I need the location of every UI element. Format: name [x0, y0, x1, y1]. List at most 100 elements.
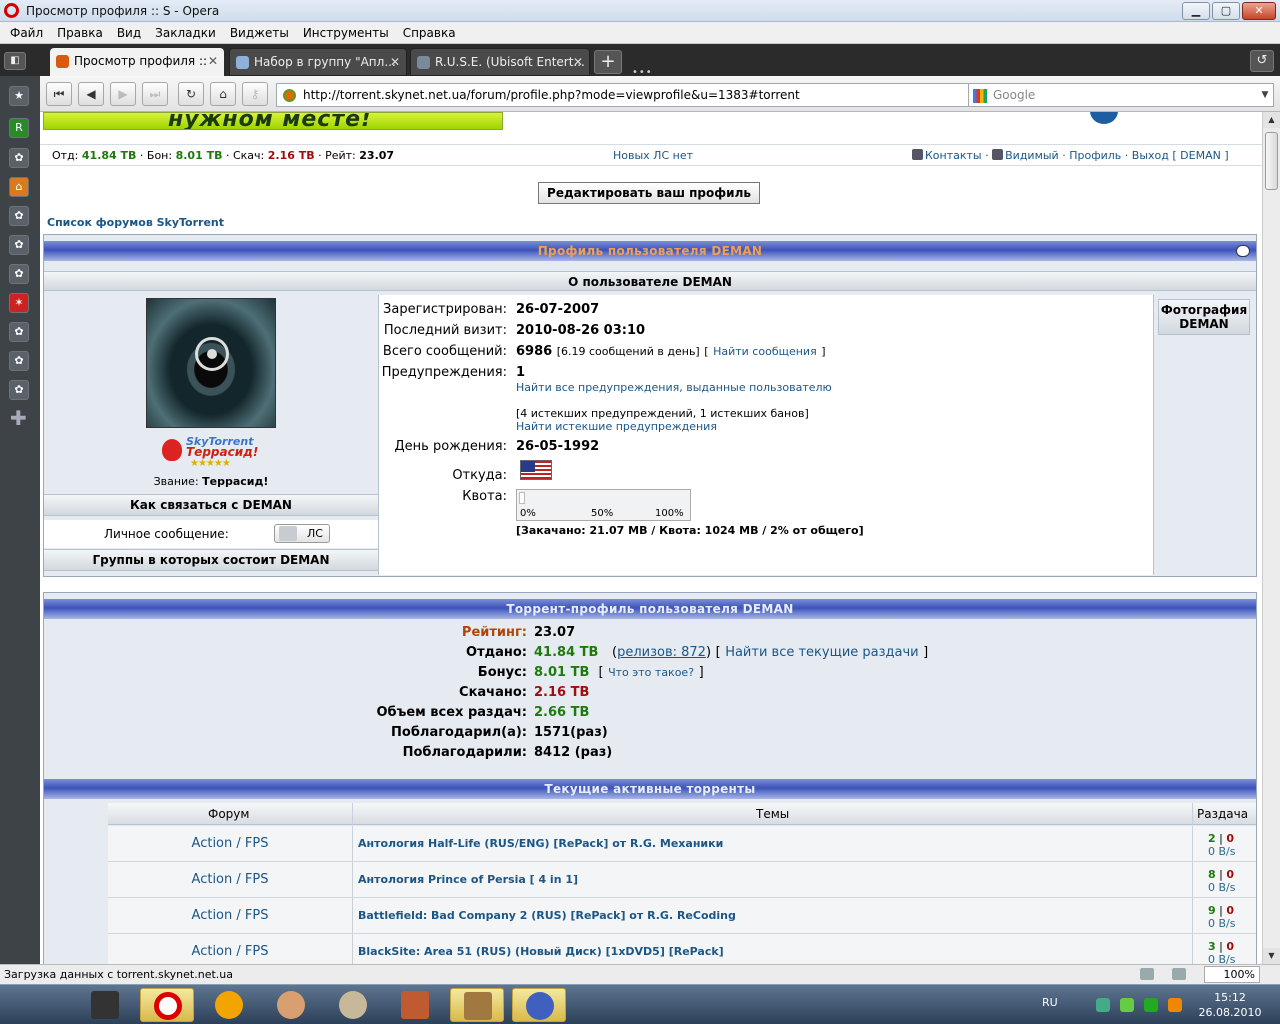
aimp-taskbar-icon[interactable] [202, 988, 256, 1022]
menu-edit[interactable]: Правка [50, 22, 110, 44]
language-indicator[interactable]: RU [1042, 996, 1058, 1009]
reload-button[interactable]: ↻ [178, 82, 204, 106]
send-pm-button[interactable]: ЛС [274, 524, 330, 543]
widget-panel-icon[interactable]: ✿ [9, 206, 29, 226]
tray-icon[interactable] [1144, 998, 1158, 1012]
torrent-stat-values: 1571(раз) [534, 725, 608, 740]
forum-link[interactable]: Action / FPS [108, 944, 352, 959]
close-tab-icon[interactable]: ✕ [208, 48, 218, 74]
topic-link[interactable]: BlackSite: Area 51 (RUS) (Новый Диск) [1… [358, 945, 724, 958]
address-bar[interactable]: http://torrent.skynet.net.ua/forum/profi… [276, 83, 992, 107]
star-panel-icon[interactable]: ✶ [9, 293, 29, 313]
ad-banner[interactable]: нужном месте! [43, 112, 503, 130]
birthday-value: 26-05-1992 [516, 439, 600, 454]
wand-icon[interactable]: ⚷ [242, 82, 268, 106]
paint-taskbar-icon[interactable] [326, 988, 380, 1022]
menu-tools[interactable]: Инструменты [296, 22, 396, 44]
add-panel-icon[interactable]: ✚ [10, 406, 27, 430]
edit-profile-button[interactable]: Редактировать ваш профиль [538, 182, 760, 204]
bonus-value: 8.01 TB [175, 149, 223, 162]
tray-icon[interactable] [1096, 998, 1110, 1012]
character-taskbar-icon[interactable] [264, 988, 318, 1022]
menu-bookmarks[interactable]: Закладки [148, 22, 223, 44]
profile-link[interactable]: Профиль [1069, 149, 1121, 162]
forum-link[interactable]: Action / FPS [108, 872, 352, 887]
minimize-button[interactable]: ▁ [1182, 2, 1210, 20]
scroll-up-icon[interactable]: ▲ [1263, 112, 1280, 128]
widget-panel-icon[interactable]: ✿ [9, 322, 29, 342]
scroll-thumb[interactable] [1265, 132, 1278, 190]
widget-panel-icon[interactable]: ✿ [9, 148, 29, 168]
tab-ruse[interactable]: R.U.S.E. (Ubisoft Entert... ✕ [410, 48, 590, 76]
google-icon[interactable] [973, 89, 987, 103]
close-window-button[interactable]: ✕ [1242, 2, 1276, 20]
menu-file[interactable]: Файл [0, 22, 50, 44]
eye-icon[interactable] [1236, 245, 1250, 257]
seed-count: 9 [1208, 904, 1216, 917]
fast-forward-status-icon[interactable] [1140, 968, 1154, 980]
menu-widgets[interactable]: Виджеты [223, 22, 296, 44]
find-warnings-link[interactable]: Найти все предупреждения, выданные польз… [516, 381, 832, 394]
webmoney-banner[interactable] [1086, 112, 1262, 124]
envelope-icon [279, 526, 297, 541]
forward-button[interactable]: ▶ [110, 82, 136, 106]
visible-link[interactable]: Видимый [1005, 149, 1059, 162]
topic-link[interactable]: Антология Half-Life (RUS/ENG) [RePack] о… [358, 837, 723, 850]
widget-panel-icon[interactable]: ✿ [9, 235, 29, 255]
view-mode-icon[interactable] [1172, 968, 1186, 980]
folder-taskbar-icon[interactable] [450, 988, 504, 1022]
bookmarks-panel-icon[interactable]: ★ [9, 86, 29, 106]
rewind-button[interactable]: ⏮ [46, 82, 72, 106]
logout-username[interactable]: DEMAN [1180, 149, 1221, 162]
tray-icon[interactable] [1120, 998, 1134, 1012]
forum-link[interactable]: Action / FPS [108, 836, 352, 851]
zoom-field[interactable]: 100% [1204, 966, 1260, 983]
menu-view[interactable]: Вид [110, 22, 148, 44]
torrent-stat-values: 41.84 TB (релизов: 872) [ Найти все теку… [534, 645, 929, 660]
widget-panel-icon[interactable]: ✿ [9, 264, 29, 284]
releases-link[interactable]: релизов: 872 [617, 645, 706, 660]
topic-link[interactable]: Антология Prince of Persia [ 4 in 1] [358, 873, 578, 886]
back-button[interactable]: ◀ [78, 82, 104, 106]
home-button[interactable]: ⌂ [210, 82, 236, 106]
closed-tabs-icon[interactable]: ↺ [1250, 50, 1274, 72]
find-posts-link[interactable]: Найти сообщения [713, 345, 817, 358]
tab-profile[interactable]: Просмотр профиля :: ✕ [50, 48, 224, 76]
chevron-down-icon[interactable]: ▼ [1257, 84, 1273, 106]
menu-help[interactable]: Справка [396, 22, 463, 44]
tab-group[interactable]: Набор в группу "Апл... ✕ [229, 48, 407, 76]
torrent-stat-value: 23.07 [534, 625, 576, 640]
new-pm-link[interactable]: Новых ЛС нет [613, 149, 693, 162]
forum-list-link[interactable]: Список форумов SkyTorrent [47, 216, 224, 229]
vertical-scrollbar[interactable]: ▲ ▼ [1262, 112, 1280, 964]
search-field[interactable]: Google ▼ [968, 83, 1274, 107]
maximize-button[interactable]: ▢ [1212, 2, 1240, 20]
home-panel-icon[interactable]: ⌂ [9, 177, 29, 197]
scroll-down-icon[interactable]: ▼ [1263, 948, 1280, 964]
close-tab-icon[interactable]: ✕ [573, 49, 583, 75]
tray-icon[interactable] [1168, 998, 1182, 1012]
panel-toggle-button[interactable]: ◧ [4, 52, 26, 70]
find-expired-link[interactable]: Найти истекшие предупреждения [516, 420, 717, 433]
posts-per-day: [6.19 сообщений в день] [556, 345, 700, 358]
torrent-stat-values: 8.01 TB [ Что это такое? ] [534, 665, 704, 680]
opera-logo-icon[interactable] [4, 3, 19, 18]
what-is-this-link[interactable]: Что это такое? [608, 666, 694, 679]
archive-taskbar-icon[interactable] [388, 988, 442, 1022]
forum-link[interactable]: Action / FPS [108, 908, 352, 923]
game-taskbar-icon[interactable] [78, 988, 132, 1022]
widget-panel-icon[interactable]: ✿ [9, 351, 29, 371]
contacts-link[interactable]: Контакты [925, 149, 982, 162]
find-seeding-link[interactable]: Найти все текущие раздачи [725, 645, 918, 660]
rss-panel-icon[interactable]: R [9, 118, 29, 138]
clock[interactable]: 15:12 26.08.2010 [1190, 990, 1270, 1020]
umbrella-taskbar-icon[interactable] [512, 988, 566, 1022]
fast-forward-button[interactable]: ⏭ [142, 82, 168, 106]
topic-link[interactable]: Battlefield: Bad Company 2 (RUS) [RePack… [358, 909, 736, 922]
new-tab-button[interactable]: + [594, 50, 622, 74]
close-tab-icon[interactable]: ✕ [390, 49, 400, 75]
opera-taskbar-icon[interactable] [140, 988, 194, 1022]
address-url[interactable]: http://torrent.skynet.net.ua/forum/profi… [303, 88, 800, 102]
logout-link[interactable]: Выход [1132, 149, 1169, 162]
widget-panel-icon[interactable]: ✿ [9, 380, 29, 400]
